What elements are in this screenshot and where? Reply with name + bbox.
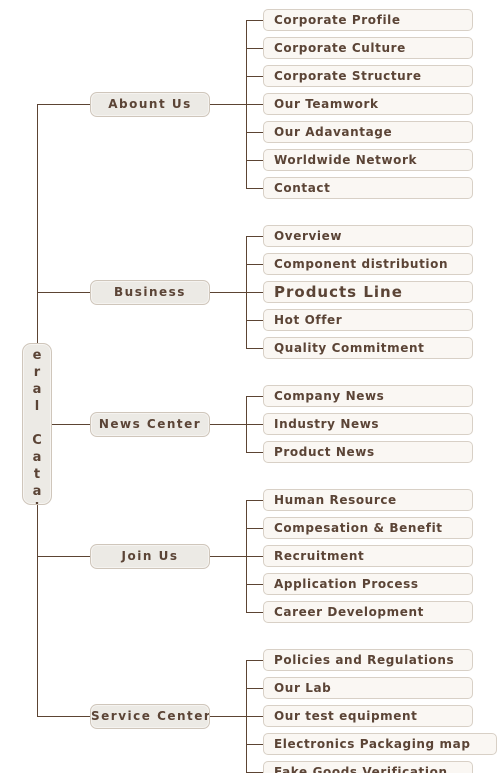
- connector-line-horizontal: [246, 396, 263, 397]
- branch-node[interactable]: Service Center: [90, 704, 210, 729]
- connector-line-horizontal: [246, 612, 263, 613]
- connector-line-vertical: [37, 104, 38, 343]
- connector-line-horizontal: [246, 264, 263, 265]
- connector-line-horizontal: [210, 292, 246, 293]
- connector-line-horizontal: [246, 320, 263, 321]
- connector-line-horizontal: [246, 660, 263, 661]
- connector-line-vertical: [246, 500, 247, 612]
- leaf-node[interactable]: Products Line: [263, 281, 473, 303]
- leaf-node[interactable]: Our test equipment: [263, 705, 473, 727]
- branch-node[interactable]: Join Us: [90, 544, 210, 569]
- leaf-node[interactable]: Component distribution: [263, 253, 473, 275]
- leaf-node[interactable]: Career Development: [263, 601, 473, 623]
- connector-line-horizontal: [246, 188, 263, 189]
- connector-line-horizontal: [246, 556, 263, 557]
- branch-node[interactable]: News Center: [90, 412, 210, 437]
- root-node-label: General Catalog: [29, 343, 45, 505]
- connector-line-vertical: [246, 20, 247, 188]
- leaf-node[interactable]: Product News: [263, 441, 473, 463]
- leaf-node[interactable]: Recruitment: [263, 545, 473, 567]
- leaf-node[interactable]: Corporate Structure: [263, 65, 473, 87]
- leaf-node[interactable]: Compesation & Benefit: [263, 517, 473, 539]
- leaf-node[interactable]: Application Process: [263, 573, 473, 595]
- connector-line-horizontal: [246, 292, 263, 293]
- connector-line-horizontal: [52, 424, 90, 425]
- leaf-node[interactable]: Corporate Profile: [263, 9, 473, 31]
- mindmap-canvas: General Catalog Corporate Profile Corpora…: [0, 0, 500, 773]
- connector-line-horizontal: [210, 556, 246, 557]
- connector-line-horizontal: [246, 48, 263, 49]
- connector-line-horizontal: [210, 424, 246, 425]
- connector-line-horizontal: [246, 20, 263, 21]
- leaf-node[interactable]: Contact: [263, 177, 473, 199]
- connector-line-horizontal: [246, 528, 263, 529]
- leaf-node[interactable]: Our Teamwork: [263, 93, 473, 115]
- connector-line-horizontal: [37, 292, 90, 293]
- leaf-node[interactable]: Company News: [263, 385, 473, 407]
- leaf-node[interactable]: Policies and Regulations: [263, 649, 473, 671]
- connector-line-horizontal: [246, 160, 263, 161]
- leaf-node[interactable]: Worldwide Network: [263, 149, 473, 171]
- connector-line-horizontal: [246, 500, 263, 501]
- connector-line-vertical: [246, 660, 247, 772]
- connector-line-horizontal: [246, 744, 263, 745]
- connector-line-horizontal: [246, 452, 263, 453]
- connector-line-horizontal: [246, 348, 263, 349]
- leaf-node[interactable]: Overview: [263, 225, 473, 247]
- leaf-node[interactable]: Our Adavantage: [263, 121, 473, 143]
- root-node[interactable]: General Catalog: [22, 343, 52, 505]
- connector-line-vertical: [246, 236, 247, 348]
- leaf-node[interactable]: Hot Offer: [263, 309, 473, 331]
- connector-line-vertical: [246, 396, 247, 452]
- connector-line-horizontal: [246, 132, 263, 133]
- branch-node[interactable]: Abount Us: [90, 92, 210, 117]
- leaf-node[interactable]: Corporate Culture: [263, 37, 473, 59]
- connector-line-vertical: [37, 505, 38, 716]
- leaf-node[interactable]: Industry News: [263, 413, 473, 435]
- connector-line-horizontal: [37, 716, 90, 717]
- connector-line-horizontal: [246, 76, 263, 77]
- connector-line-horizontal: [37, 556, 90, 557]
- connector-line-horizontal: [246, 688, 263, 689]
- connector-line-horizontal: [246, 716, 263, 717]
- connector-line-horizontal: [246, 424, 263, 425]
- leaf-node[interactable]: Fake Goods Verification: [263, 761, 473, 773]
- connector-line-horizontal: [246, 584, 263, 585]
- connector-line-horizontal: [246, 236, 263, 237]
- leaf-node[interactable]: Quality Commitment: [263, 337, 473, 359]
- branch-node[interactable]: Business: [90, 280, 210, 305]
- leaf-node[interactable]: Electronics Packaging map: [263, 733, 497, 755]
- connector-line-horizontal: [210, 104, 246, 105]
- leaf-node[interactable]: Human Resource: [263, 489, 473, 511]
- connector-line-horizontal: [37, 104, 90, 105]
- leaf-node[interactable]: Our Lab: [263, 677, 473, 699]
- connector-line-horizontal: [246, 104, 263, 105]
- connector-line-horizontal: [210, 716, 246, 717]
